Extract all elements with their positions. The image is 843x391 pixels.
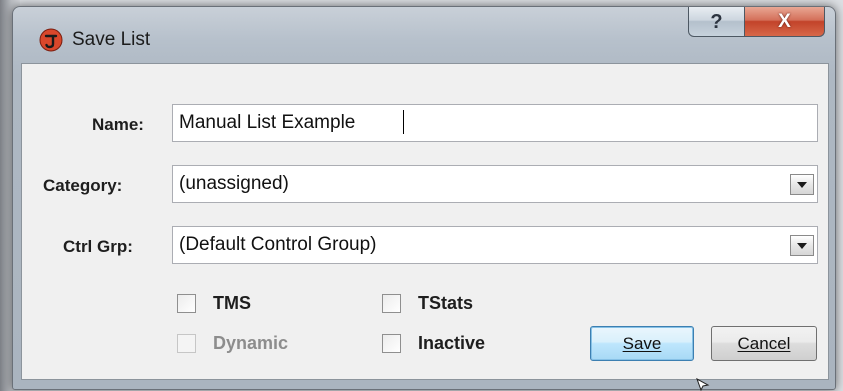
dynamic-checkbox [177,334,196,353]
title-bar[interactable]: Save List ? X [13,7,835,63]
window-title: Save List [72,29,151,50]
ctrl-grp-value: (Default Control Group) [179,234,377,255]
ctrl-grp-label: Ctrl Grp: [63,237,133,256]
tms-checkbox[interactable] [177,294,196,313]
category-label: Category: [43,176,123,195]
dynamic-label: Dynamic [213,333,289,353]
name-label: Name: [92,115,144,134]
category-value: (unassigned) [179,173,289,194]
app-logo-icon [39,28,63,52]
tstats-checkbox[interactable] [382,294,401,313]
inactive-checkbox-row[interactable]: Inactive [382,333,485,354]
tms-label: TMS [213,293,251,313]
ctrl-grp-dropdown[interactable]: (Default Control Group) [172,226,818,264]
inactive-checkbox[interactable] [382,334,401,353]
text-caret [403,110,404,134]
save-button[interactable]: Save [590,326,694,361]
cancel-button-label: Cancel [737,333,791,353]
tstats-checkbox-row[interactable]: TStats [382,293,473,314]
name-input[interactable] [172,104,818,142]
chevron-down-icon[interactable] [790,235,814,256]
category-dropdown[interactable]: (unassigned) [172,165,818,203]
close-icon: X [778,11,791,32]
help-button[interactable]: ? [688,7,745,37]
cancel-button[interactable]: Cancel [711,326,817,361]
tms-checkbox-row[interactable]: TMS [177,293,251,314]
help-icon: ? [710,10,723,33]
mouse-cursor-icon [696,378,710,391]
chevron-down-icon[interactable] [790,174,814,195]
save-list-dialog: Save List ? X Name: Category: (unassigne… [12,6,836,390]
tstats-label: TStats [418,293,474,313]
dialog-body: Name: Category: (unassigned) Ctrl Grp: (… [21,63,829,380]
save-button-label: Save [622,333,662,353]
inactive-label: Inactive [418,333,486,353]
dynamic-checkbox-row: Dynamic [177,333,288,354]
close-button[interactable]: X [744,7,825,37]
